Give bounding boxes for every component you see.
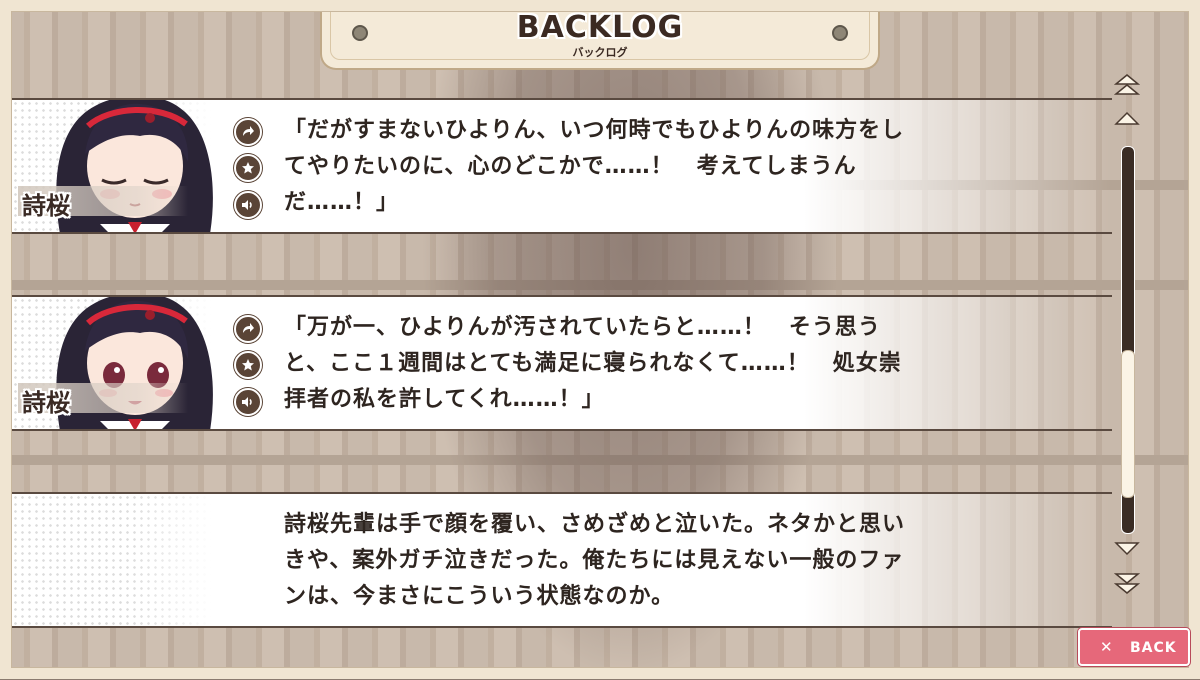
arrow-jump-icon	[243, 323, 254, 333]
screen-subtitle: バックログ	[572, 46, 628, 59]
back-button[interactable]: ✕ BACK	[1078, 628, 1190, 666]
log-entry[interactable]: 詩桜 「万が一、ひよりんが汚されていたらと……！ そう思うと、ここ１週間はとても…	[12, 295, 1112, 431]
log-entry[interactable]: 詩桜 「だがすまないひよりん、いつ何時でもひよりんの味方をしてやりたいのに、心の…	[12, 98, 1112, 234]
speaker-name: 詩桜	[22, 192, 70, 220]
star-icon	[242, 359, 254, 371]
voice-replay-button[interactable]	[234, 191, 262, 219]
log-entry[interactable]: 詩桜先輩は手で顔を覆い、さめざめと泣いた。ネタかと思いきや、案外ガチ泣きだった。…	[12, 492, 1112, 628]
back-button-label: BACK	[1130, 640, 1177, 656]
jump-button[interactable]	[234, 315, 262, 343]
arrow-jump-icon	[243, 126, 254, 136]
dialogue-text: 「万が一、ひよりんが汚されていたらと……！ そう思うと、ここ１週間はとても満足に…	[284, 315, 902, 412]
scrollbar-thumb[interactable]	[1121, 350, 1135, 498]
speaker-name: 詩桜	[22, 389, 70, 417]
jump-button[interactable]	[234, 118, 262, 146]
favorite-button[interactable]	[234, 351, 262, 379]
screen-title: BACKLOG	[516, 10, 684, 45]
star-icon	[242, 162, 254, 174]
scroll-up-button[interactable]	[1114, 104, 1140, 130]
scroll-down-button[interactable]	[1114, 537, 1140, 563]
scroll-to-bottom-button[interactable]	[1114, 570, 1140, 596]
dot-pattern	[12, 494, 212, 626]
speaker-icon	[242, 200, 252, 210]
close-icon: ✕	[1100, 638, 1113, 656]
scroll-to-top-button[interactable]	[1114, 72, 1140, 98]
voice-replay-button[interactable]	[234, 388, 262, 416]
favorite-button[interactable]	[234, 154, 262, 182]
speaker-icon	[242, 397, 252, 407]
title-plate: BACKLOG バックログ	[320, 0, 880, 70]
narration-text: 詩桜先輩は手で顔を覆い、さめざめと泣いた。ネタかと思いきや、案外ガチ泣きだった。…	[284, 512, 906, 609]
dialogue-text: 「だがすまないひよりん、いつ何時でもひよりんの味方をしてやりたいのに、心のどこか…	[284, 118, 905, 215]
